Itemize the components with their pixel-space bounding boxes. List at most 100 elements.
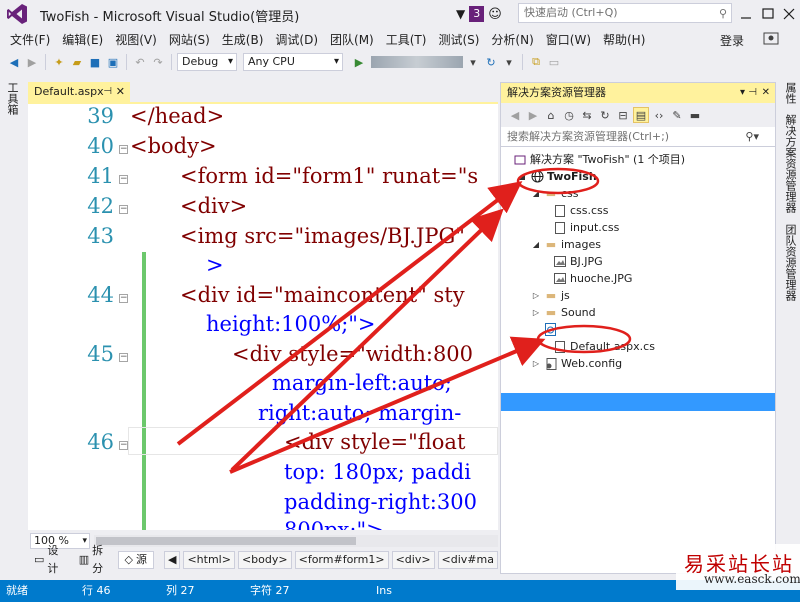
tree-item-file[interactable]: css.css <box>553 202 609 219</box>
collapsed-arrow-icon[interactable]: ▷ <box>531 287 541 304</box>
tree-item-folder[interactable]: ◢ ▬ images <box>531 236 601 253</box>
menu-tools[interactable]: 工具(T) <box>380 31 433 48</box>
code-editor[interactable]: 39 40 41 42 43 44 45 46 − − − − − − </he… <box>28 104 498 530</box>
start-debugging-icon[interactable]: ▶ <box>351 54 367 70</box>
filter-icon[interactable]: ▼ <box>456 7 465 21</box>
breadcrumb-body[interactable]: <body> <box>237 551 292 569</box>
pending-changes-icon[interactable]: ◷ <box>561 107 577 123</box>
code-line: 800px;"> <box>284 518 384 530</box>
expanded-arrow-icon[interactable]: ◢ <box>531 321 541 338</box>
menu-view[interactable]: 视图(V) <box>109 31 163 48</box>
design-view-button[interactable]: ▭ 设计 <box>28 544 73 575</box>
breadcrumb-html[interactable]: <html> <box>183 551 235 569</box>
dropdown-arrow-icon[interactable]: ▾ <box>501 54 517 70</box>
comment-icon[interactable]: ▭ <box>546 54 562 70</box>
fold-toggle[interactable]: − <box>119 441 128 450</box>
collapsed-arrow-icon[interactable]: ▷ <box>531 304 541 321</box>
horizontal-scrollbar[interactable] <box>94 535 498 547</box>
user-feedback-icon[interactable] <box>762 30 780 48</box>
menu-window[interactable]: 窗口(W) <box>540 31 597 48</box>
menu-test[interactable]: 测试(S) <box>432 31 485 48</box>
source-view-button[interactable]: ◇ 源 <box>117 551 154 569</box>
expanded-arrow-icon[interactable]: ◢ <box>531 185 541 202</box>
solution-explorer-tab[interactable]: 解决方案资源管理器 <box>782 114 798 213</box>
properties-tab[interactable]: 属性 <box>782 82 798 104</box>
tree-item-default-aspx[interactable]: ◢ Default.aspx <box>531 321 631 338</box>
dropdown-arrow-icon[interactable]: ▾ <box>740 83 745 103</box>
fold-toggle[interactable]: − <box>119 294 128 303</box>
navigate-back-icon[interactable]: ◀ <box>6 54 22 70</box>
tree-item-file[interactable]: Default.aspx.cs <box>553 338 655 355</box>
breadcrumb-scroll-left[interactable]: ◀ <box>164 551 181 569</box>
menu-debug[interactable]: 调试(D) <box>269 31 324 48</box>
maximize-button[interactable] <box>758 4 778 24</box>
browser-select[interactable] <box>371 56 463 68</box>
forward-icon[interactable]: ▶ <box>525 107 541 123</box>
fold-toggle[interactable]: − <box>119 205 128 214</box>
menu-analyze[interactable]: 分析(N) <box>485 31 539 48</box>
close-icon[interactable]: ✕ <box>762 83 770 103</box>
breadcrumb-form[interactable]: <form#form1> <box>294 551 389 569</box>
tree-item-file[interactable]: input.css <box>553 219 619 236</box>
pin-icon[interactable]: ⊣ <box>103 82 112 102</box>
breadcrumb-div[interactable]: <div> <box>391 551 435 569</box>
tree-item-project[interactable]: ◢ TwoFish <box>517 168 597 185</box>
properties-icon[interactable]: ✎ <box>669 107 685 123</box>
tree-item-file[interactable]: huoche.JPG <box>553 270 632 287</box>
back-icon[interactable]: ◀ <box>507 107 523 123</box>
preview-icon[interactable]: ▬ <box>687 107 703 123</box>
menu-help[interactable]: 帮助(H) <box>597 31 651 48</box>
breadcrumb-div-main[interactable]: <div#ma <box>437 551 498 569</box>
toolbox-tab[interactable]: 工具箱 <box>4 82 20 115</box>
platform-select[interactable]: Any CPU <box>243 53 343 71</box>
expanded-arrow-icon[interactable]: ◢ <box>531 236 541 253</box>
show-all-files-icon[interactable]: ▤ <box>633 107 649 123</box>
view-code-icon[interactable]: ‹› <box>651 107 667 123</box>
fold-toggle[interactable]: − <box>119 353 128 362</box>
menu-website[interactable]: 网站(S) <box>163 31 216 48</box>
solution-search-input[interactable]: 搜索解决方案资源管理器(Ctrl+;) ⚲▾ <box>501 127 775 147</box>
collapsed-arrow-icon[interactable]: ▷ <box>531 355 541 372</box>
redo-icon[interactable]: ↷ <box>150 54 166 70</box>
open-file-icon[interactable]: ▰ <box>69 54 85 70</box>
menu-file[interactable]: 文件(F) <box>4 31 56 48</box>
close-tab-icon[interactable]: ✕ <box>116 82 125 102</box>
tree-item-folder[interactable]: ◢ ▬ css <box>531 185 579 202</box>
dropdown-arrow-icon[interactable]: ▾ <box>465 54 481 70</box>
browser-link-icon[interactable]: ⧉ <box>528 54 544 70</box>
menu-team[interactable]: 团队(M) <box>324 31 380 48</box>
save-all-icon[interactable]: ▣ <box>105 54 121 70</box>
new-project-icon[interactable]: ✦ <box>51 54 67 70</box>
save-icon[interactable]: ■ <box>87 54 103 70</box>
sign-in-link[interactable]: 登录 <box>720 32 744 49</box>
navigate-forward-icon[interactable]: ▶ <box>24 54 40 70</box>
minimize-button[interactable] <box>736 4 756 24</box>
document-tab-default-aspx[interactable]: Default.aspx ⊣ ✕ <box>28 82 130 102</box>
line-number: 45 <box>87 342 114 366</box>
home-icon[interactable]: ⌂ <box>543 107 559 123</box>
pin-icon[interactable]: ⊣ <box>748 83 757 103</box>
css-file-icon <box>553 204 567 218</box>
tree-item-file[interactable]: BJ.JPG <box>553 253 603 270</box>
menu-edit[interactable]: 编辑(E) <box>56 31 109 48</box>
fold-toggle[interactable]: − <box>119 145 128 154</box>
tree-item-folder[interactable]: ▷ ▬ js <box>531 287 570 304</box>
undo-icon[interactable]: ↶ <box>132 54 148 70</box>
split-view-button[interactable]: ▥ 拆分 <box>73 544 118 575</box>
configuration-select[interactable]: Debug <box>177 53 237 71</box>
close-button[interactable] <box>779 4 799 24</box>
tree-item-file[interactable]: ▷ Web.config <box>531 355 622 372</box>
tree-item-solution[interactable]: 解决方案 "TwoFish" (1 个项目) <box>513 151 685 168</box>
refresh-icon[interactable]: ↻ <box>597 107 613 123</box>
notification-badge[interactable]: 3 <box>469 6 485 22</box>
menu-build[interactable]: 生成(B) <box>216 31 270 48</box>
tree-item-folder[interactable]: ▷ ▬ Sound <box>531 304 596 321</box>
collapse-all-icon[interactable]: ⊟ <box>615 107 631 123</box>
expanded-arrow-icon[interactable]: ◢ <box>517 168 527 185</box>
feedback-smiley-icon[interactable]: ☺ <box>488 7 502 22</box>
refresh-icon[interactable]: ↻ <box>483 54 499 70</box>
sync-icon[interactable]: ⇆ <box>579 107 595 123</box>
fold-toggle[interactable]: − <box>119 175 128 184</box>
quick-launch-input[interactable]: 快速启动 (Ctrl+Q) ⚲ <box>518 3 732 23</box>
team-explorer-tab[interactable]: 团队资源管理器 <box>782 224 798 301</box>
